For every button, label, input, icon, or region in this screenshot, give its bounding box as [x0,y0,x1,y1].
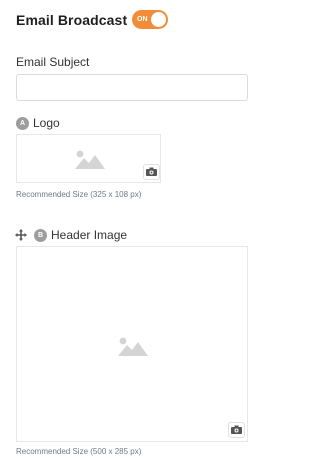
header-image-recommended-size: Recommended Size (500 x 285 px) [16,447,142,456]
logo-badge: A [16,117,29,130]
logo-upload-area[interactable] [16,134,161,183]
header-image-upload-area[interactable] [16,246,248,442]
camera-icon [231,425,242,434]
header-image-label: Header Image [51,228,128,242]
email-subject-input[interactable] [16,74,248,101]
page-title: Email Broadcast [16,12,128,28]
move-handle-icon[interactable] [15,229,27,241]
logo-recommended-size: Recommended Size (325 x 108 px) [16,190,142,199]
header-image-badge: B [34,229,47,242]
image-placeholder-icon [118,337,148,356]
header-image-camera-button[interactable] [228,422,245,438]
image-placeholder-icon [75,150,105,169]
toggle-knob [151,12,166,27]
toggle-state-label: ON [137,16,148,23]
logo-camera-button[interactable] [143,164,160,180]
email-subject-label: Email Subject [16,55,90,69]
broadcast-toggle[interactable]: ON [132,10,168,29]
logo-label: Logo [33,116,60,130]
camera-icon [146,167,157,176]
